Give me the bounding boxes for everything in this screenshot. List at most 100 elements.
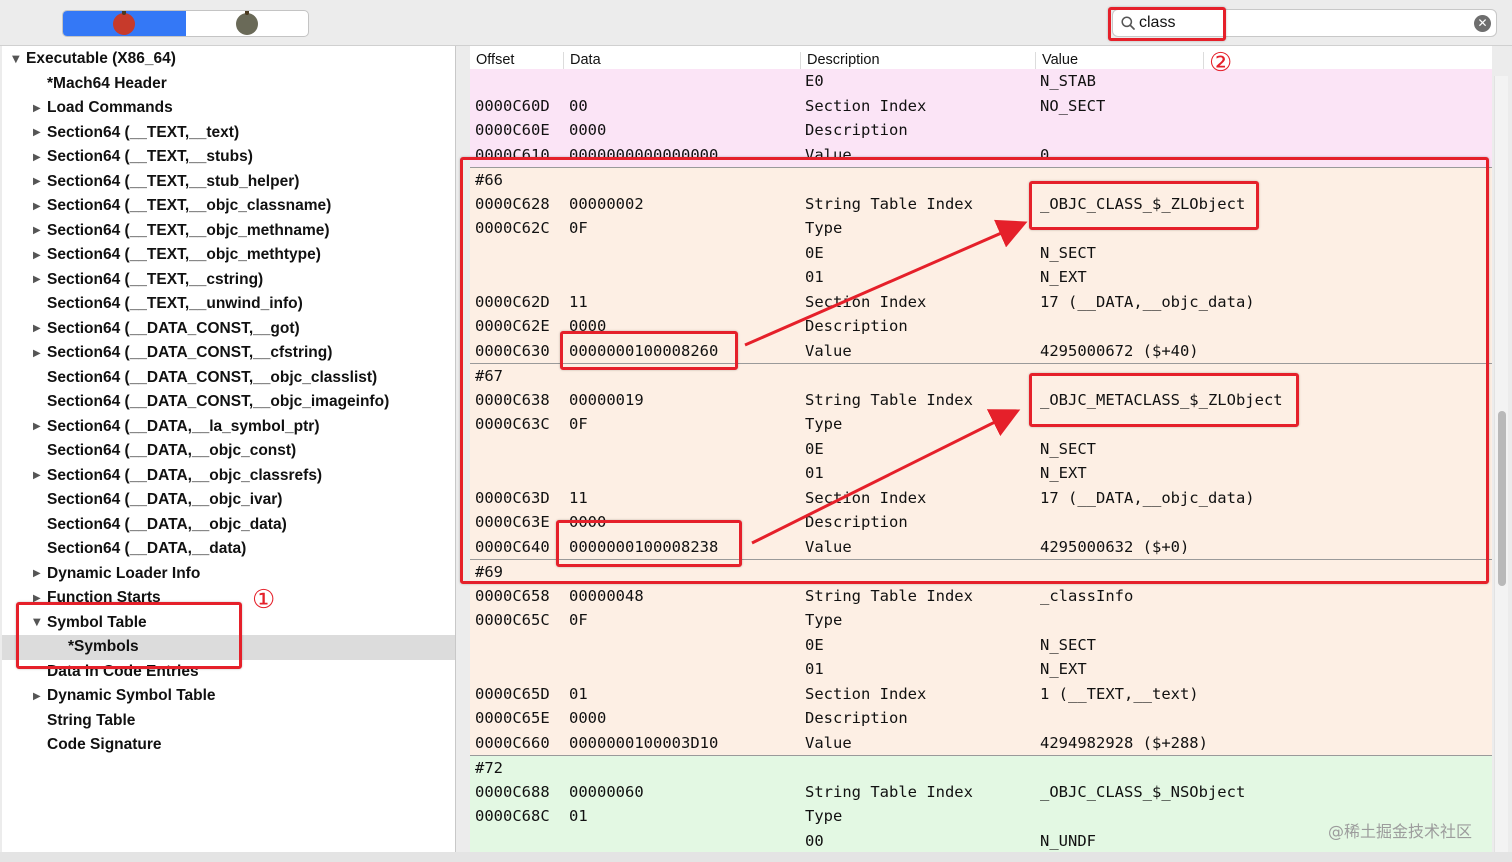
sidebar-item-label: Section64 (__TEXT,__objc_classname)	[47, 197, 332, 215]
disclosure-closed-icon[interactable]: ▶	[33, 103, 41, 114]
cell-data: 01	[569, 807, 588, 825]
sidebar-item-label: Section64 (__DATA,__objc_const)	[47, 442, 297, 460]
sidebar-item[interactable]: ▶ Section64 (__TEXT,__objc_methtype)	[2, 243, 455, 268]
disclosure-closed-icon[interactable]: ▶	[33, 323, 41, 334]
cell-value: 4294982928 ($+288)	[1040, 733, 1208, 752]
table-row[interactable]: 0000C658 00000048 String Table Index _class…	[470, 583, 1492, 608]
sidebar-item[interactable]: ▶ Section64 (__DATA_CONST,__cfstring)	[2, 341, 455, 366]
bottom-bar	[0, 852, 1512, 862]
cell-description: Type	[805, 611, 843, 629]
cell-description: Description	[805, 121, 908, 139]
table-row[interactable]: #72	[470, 755, 1492, 780]
annotation-box-metaclass-value	[556, 520, 742, 567]
sidebar-item-label: Section64 (__TEXT,__unwind_info)	[47, 295, 303, 313]
view-switcher[interactable]	[62, 10, 309, 37]
sidebar-item[interactable]: *Mach64 Header	[2, 72, 455, 97]
disclosure-closed-icon[interactable]: ▶	[33, 250, 41, 261]
cell-description: Value	[805, 733, 852, 752]
disclosure-closed-icon[interactable]: ▶	[33, 691, 41, 702]
annotation-box-metaclass-name	[1029, 373, 1299, 427]
table-row[interactable]: 0E N_SECT	[470, 632, 1492, 657]
cell-value: 1 (__TEXT,__text)	[1040, 684, 1199, 703]
table-row[interactable]: E0 N_STAB	[470, 69, 1492, 94]
disclosure-closed-icon[interactable]: ▶	[33, 127, 41, 138]
sidebar-item[interactable]: ▶ Section64 (__DATA,__la_symbol_ptr)	[2, 415, 455, 440]
table-row[interactable]: 01 N_EXT	[470, 657, 1492, 682]
sidebar-item[interactable]: ▶ Section64 (__TEXT,__cstring)	[2, 268, 455, 293]
sidebar-item-label: Load Commands	[47, 99, 173, 117]
annotation-box-search	[1108, 7, 1226, 41]
sidebar-item[interactable]: ▶ Dynamic Symbol Table	[2, 684, 455, 709]
cell-data: 00000048	[569, 586, 644, 605]
sidebar-item[interactable]: Section64 (__TEXT,__unwind_info)	[2, 292, 455, 317]
sidebar-item[interactable]: ▶ Dynamic Loader Info	[2, 562, 455, 587]
watermark: @稀土掘金技术社区	[1328, 822, 1473, 841]
disclosure-closed-icon[interactable]: ▶	[33, 348, 41, 359]
sidebar-item-label: Section64 (__TEXT,__objc_methtype)	[47, 246, 321, 264]
disclosure-closed-icon[interactable]: ▶	[33, 470, 41, 481]
sidebar-item[interactable]: Section64 (__DATA,__objc_data)	[2, 513, 455, 538]
cell-description: E0	[805, 72, 824, 90]
sidebar-item[interactable]: String Table	[2, 709, 455, 734]
cell-offset: 0000C65D	[475, 684, 550, 703]
cell-description: 00	[805, 831, 824, 850]
cell-offset: 0000C60D	[475, 96, 550, 115]
cell-description: String Table Index	[805, 586, 973, 605]
table-row[interactable]: 0000C65C 0F Type	[470, 608, 1492, 633]
cell-description: Type	[805, 807, 843, 825]
sidebar-item[interactable]: ▶ Section64 (__TEXT,__stub_helper)	[2, 170, 455, 195]
annotation-marker-2: ②	[1209, 48, 1233, 78]
toolbar: ✕	[0, 0, 1512, 46]
sidebar-item[interactable]: ▶ Section64 (__TEXT,__text)	[2, 121, 455, 146]
table-row[interactable]: 0000C688 00000060 String Table Index _OBJC_…	[470, 779, 1492, 804]
sidebar-item-label: Section64 (__TEXT,__cstring)	[47, 270, 264, 288]
sidebar-item[interactable]: Section64 (__DATA_CONST,__objc_classlist…	[2, 366, 455, 391]
cell-data: 01	[569, 684, 588, 703]
sidebar-item[interactable]: ▶ Section64 (__TEXT,__stubs)	[2, 145, 455, 170]
cell-description: Section Index	[805, 96, 927, 115]
sidebar-item[interactable]: ▶ Load Commands	[2, 96, 455, 121]
disclosure-closed-icon[interactable]: ▶	[33, 152, 41, 163]
cell-value: N_EXT	[1040, 660, 1087, 678]
sidebar-item[interactable]: ▶ Section64 (__DATA_CONST,__got)	[2, 317, 455, 342]
table-row[interactable]: 0000C660 0000000100003D10 Value 4294982928 …	[470, 730, 1492, 755]
disclosure-closed-icon[interactable]: ▶	[33, 421, 41, 432]
app-icon	[113, 11, 136, 35]
segment-app-icon-inactive[interactable]	[186, 11, 309, 36]
vertical-scrollbar[interactable]	[1494, 76, 1508, 852]
table-row[interactable]: 0000C60E 0000 Description	[470, 118, 1492, 143]
sidebar-item[interactable]: ▶ Section64 (__TEXT,__objc_methname)	[2, 219, 455, 244]
table-row[interactable]: 0000C60D 00 Section Index NO_SECT	[470, 93, 1492, 118]
cell-description: String Table Index	[805, 782, 973, 801]
sidebar-item-label: Section64 (__DATA_CONST,__cfstring)	[47, 344, 333, 362]
sidebar-item[interactable]: ▶ Section64 (__TEXT,__objc_classname)	[2, 194, 455, 219]
sidebar-item[interactable]: Section64 (__DATA,__objc_const)	[2, 439, 455, 464]
disclosure-closed-icon[interactable]: ▶	[33, 201, 41, 212]
sidebar-item-label: Executable (X86_64)	[26, 50, 176, 68]
disclosure-closed-icon[interactable]: ▶	[33, 274, 41, 285]
table-row[interactable]: 0000C65E 0000 Description	[470, 706, 1492, 731]
sidebar-item[interactable]: ▶ Section64 (__DATA,__objc_classrefs)	[2, 464, 455, 489]
sidebar-item[interactable]: ▼ Executable (X86_64)	[2, 47, 455, 72]
sidebar-item-label: Code Signature	[47, 736, 162, 754]
sidebar-item[interactable]: Section64 (__DATA,__data)	[2, 537, 455, 562]
sidebar-item[interactable]: Section64 (__DATA,__objc_ivar)	[2, 488, 455, 513]
disclosure-open-icon[interactable]: ▼	[12, 54, 20, 65]
app-icon	[235, 11, 258, 35]
sidebar-item[interactable]: Section64 (__DATA_CONST,__objc_imageinfo…	[2, 390, 455, 415]
disclosure-closed-icon[interactable]: ▶	[33, 225, 41, 236]
sidebar-item-label: Section64 (__TEXT,__stubs)	[47, 148, 253, 166]
cell-offset: 0000C60E	[475, 121, 550, 139]
segment-app-icon-active[interactable]	[63, 11, 186, 36]
sidebar-item-label: Section64 (__TEXT,__text)	[47, 123, 240, 141]
clear-search-icon[interactable]: ✕	[1474, 15, 1491, 32]
scrollbar-thumb[interactable]	[1498, 411, 1506, 586]
disclosure-closed-icon[interactable]: ▶	[33, 176, 41, 187]
table-row[interactable]: 0000C65D 01 Section Index 1 (__TEXT,__text)	[470, 681, 1492, 706]
sidebar-item-label: Dynamic Symbol Table	[47, 687, 216, 705]
sidebar-item[interactable]: Code Signature	[2, 733, 455, 758]
cell-offset: 0000C658	[475, 586, 550, 605]
sidebar-item-label: Section64 (__DATA,__data)	[47, 540, 247, 558]
disclosure-closed-icon[interactable]: ▶	[33, 568, 41, 579]
sidebar-item-label: Section64 (__DATA_CONST,__objc_classlist…	[47, 368, 378, 386]
